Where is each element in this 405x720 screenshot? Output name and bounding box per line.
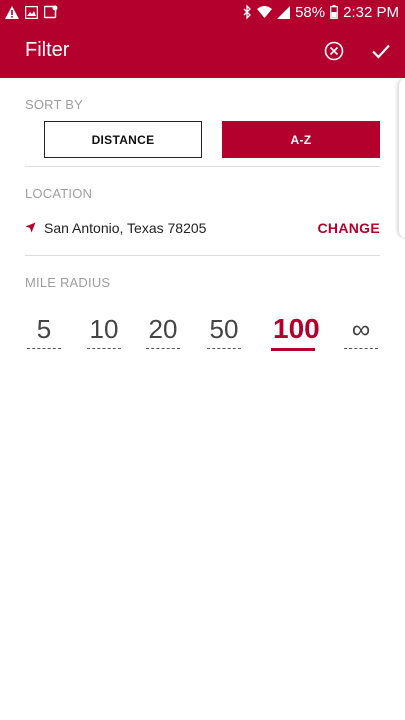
- radius-value: 100: [273, 313, 320, 344]
- radius-option-20[interactable]: 20: [143, 312, 183, 349]
- check-icon[interactable]: [369, 39, 393, 63]
- page-title: Filter: [25, 39, 70, 61]
- clear-icon[interactable]: [322, 39, 346, 63]
- warning-icon: [5, 5, 19, 19]
- radius-underline: [271, 348, 315, 351]
- location-row: San Antonio, Texas 78205 CHANGE: [25, 216, 380, 240]
- divider: [25, 255, 380, 256]
- location-value: San Antonio, Texas 78205: [44, 220, 207, 236]
- sort-az-button[interactable]: A-Z: [222, 121, 380, 158]
- radius-underline: [207, 348, 241, 349]
- radius-underline: [27, 348, 61, 349]
- change-location-button[interactable]: CHANGE: [318, 220, 380, 236]
- radius-underline: [87, 348, 121, 349]
- divider: [25, 166, 380, 167]
- battery-percent: 58%: [295, 3, 326, 21]
- location-label: LOCATION: [25, 186, 93, 201]
- location-arrow-icon: [25, 222, 36, 233]
- radius-value: 50: [209, 314, 239, 344]
- radius-value: ∞: [351, 314, 371, 344]
- radius-underline: [344, 348, 378, 349]
- battery-icon: [330, 5, 339, 19]
- signal-icon: [277, 5, 291, 19]
- status-system: 58% 2:32 PM: [243, 0, 399, 24]
- wifi-icon: [257, 5, 273, 18]
- radius-value: 5: [36, 314, 52, 344]
- side-panel-edge: [398, 78, 405, 238]
- mile-radius-label: MILE RADIUS: [25, 275, 111, 290]
- radius-value: 20: [148, 314, 178, 344]
- app-bar: Filter: [0, 24, 405, 78]
- radius-value: 10: [89, 314, 119, 344]
- bluetooth-icon: [243, 5, 252, 19]
- status-notifications: [5, 4, 58, 20]
- radius-option-10[interactable]: 10: [84, 312, 124, 349]
- sort-distance-button[interactable]: DISTANCE: [44, 121, 202, 158]
- sort-by-label: SORT BY: [25, 97, 83, 112]
- image-icon: [25, 5, 38, 19]
- radius-option-5[interactable]: 5: [24, 312, 64, 349]
- radius-option-100[interactable]: 100: [271, 312, 320, 351]
- radius-underline: [146, 348, 180, 349]
- radius-option-unlimited[interactable]: ∞: [341, 312, 381, 349]
- notification-icon: [44, 5, 58, 19]
- radius-option-50[interactable]: 50: [204, 312, 244, 349]
- clock: 2:32 PM: [343, 3, 399, 21]
- status-bar: 58% 2:32 PM: [0, 0, 405, 24]
